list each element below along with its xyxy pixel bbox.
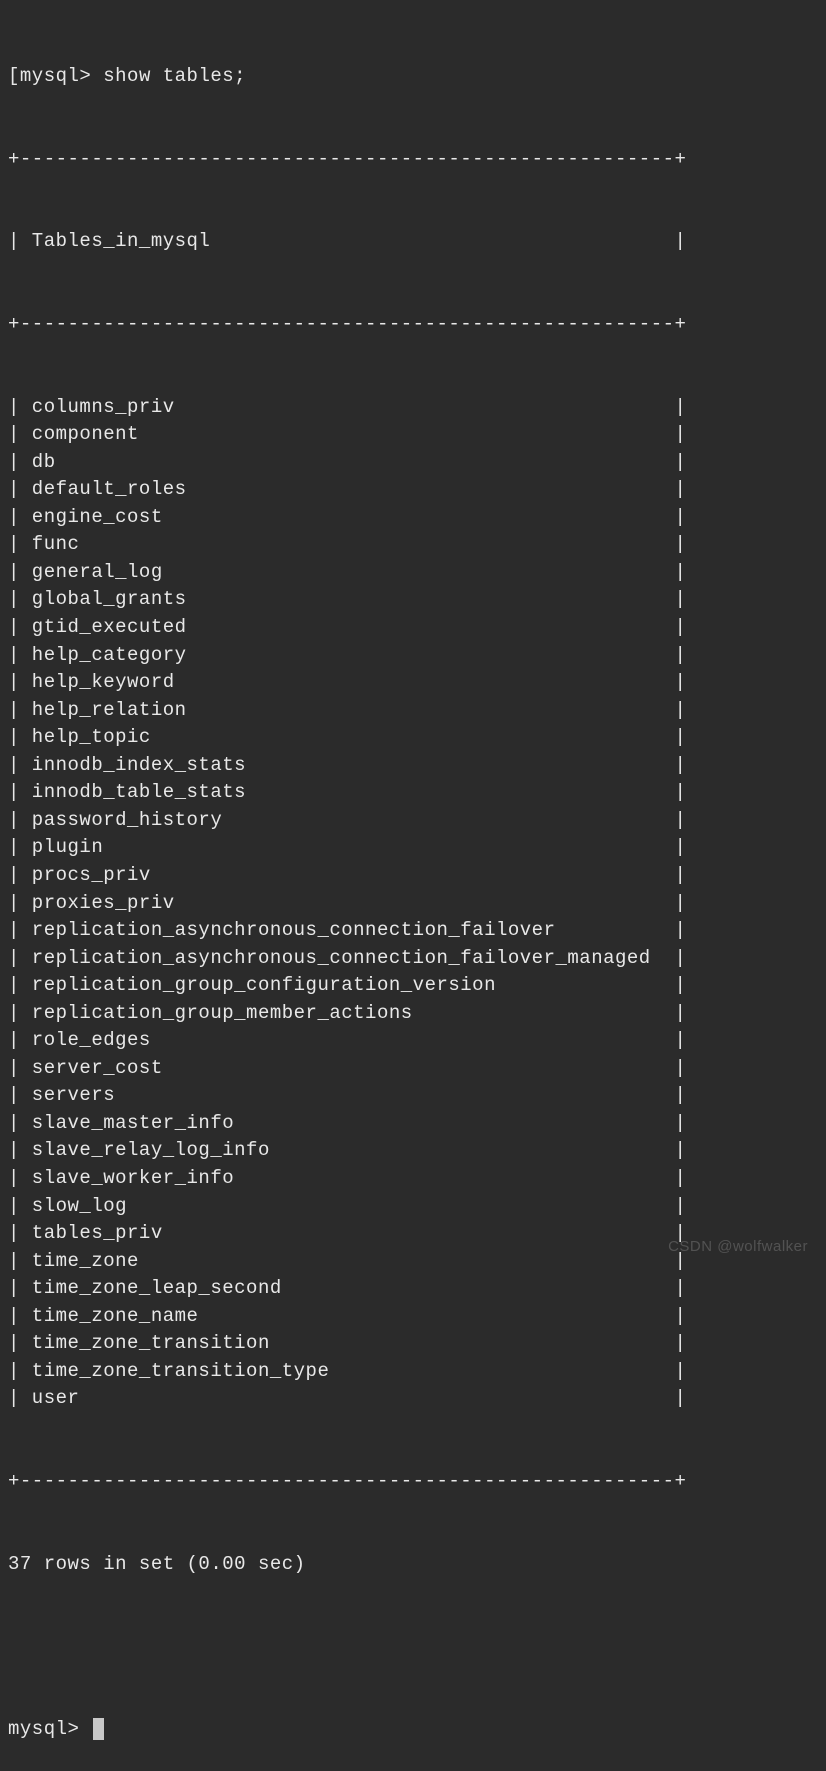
table-row: | help_category | bbox=[8, 642, 818, 670]
table-row: | slow_log | bbox=[8, 1193, 818, 1221]
table-rows: | columns_priv || component || db || def… bbox=[8, 394, 818, 1413]
next-prompt-line[interactable]: mysql> bbox=[8, 1716, 818, 1744]
table-row: | columns_priv | bbox=[8, 394, 818, 422]
table-row: | func | bbox=[8, 531, 818, 559]
command-line: [mysql> show tables; bbox=[8, 63, 818, 91]
table-row: | procs_priv | bbox=[8, 862, 818, 890]
prompt: mysql> bbox=[20, 65, 91, 87]
table-row: | time_zone_name | bbox=[8, 1303, 818, 1331]
table-row: | innodb_index_stats | bbox=[8, 752, 818, 780]
table-row: | user | bbox=[8, 1385, 818, 1413]
row-count-line: 37 rows in set (0.00 sec) bbox=[8, 1551, 818, 1579]
table-row: | help_topic | bbox=[8, 724, 818, 752]
table-row: | default_roles | bbox=[8, 476, 818, 504]
table-row: | component | bbox=[8, 421, 818, 449]
table-row: | replication_asynchronous_connection_fa… bbox=[8, 945, 818, 973]
table-row: | proxies_priv | bbox=[8, 890, 818, 918]
table-row: | global_grants | bbox=[8, 586, 818, 614]
watermark-text: CSDN @wolfwalker bbox=[668, 1236, 808, 1258]
command-text[interactable]: show tables; bbox=[103, 65, 246, 87]
table-row: | slave_worker_info | bbox=[8, 1165, 818, 1193]
table-row: | server_cost | bbox=[8, 1055, 818, 1083]
table-row: | slave_relay_log_info | bbox=[8, 1137, 818, 1165]
table-row: | gtid_executed | bbox=[8, 614, 818, 642]
terminal-output: [mysql> show tables; +------------------… bbox=[8, 8, 818, 1771]
prompt: mysql> bbox=[8, 1718, 79, 1740]
table-row: | help_keyword | bbox=[8, 669, 818, 697]
table-row: | engine_cost | bbox=[8, 504, 818, 532]
table-row: | slave_master_info | bbox=[8, 1110, 818, 1138]
table-row: | replication_group_configuration_versio… bbox=[8, 972, 818, 1000]
prompt-open-bracket: [ bbox=[8, 65, 20, 87]
blank-line bbox=[8, 1633, 818, 1661]
table-border-bottom: +---------------------------------------… bbox=[8, 1468, 818, 1496]
table-border-top: +---------------------------------------… bbox=[8, 146, 818, 174]
table-row: | time_zone_transition_type | bbox=[8, 1358, 818, 1386]
table-header-row: | Tables_in_mysql | bbox=[8, 228, 818, 256]
table-row: | innodb_table_stats | bbox=[8, 779, 818, 807]
table-row: | replication_asynchronous_connection_fa… bbox=[8, 917, 818, 945]
table-row: | plugin | bbox=[8, 834, 818, 862]
table-row: | db | bbox=[8, 449, 818, 477]
table-row: | general_log | bbox=[8, 559, 818, 587]
table-row: | role_edges | bbox=[8, 1027, 818, 1055]
table-row: | servers | bbox=[8, 1082, 818, 1110]
table-row: | time_zone_leap_second | bbox=[8, 1275, 818, 1303]
cursor-icon bbox=[93, 1718, 104, 1740]
table-row: | replication_group_member_actions | bbox=[8, 1000, 818, 1028]
table-row: | time_zone_transition | bbox=[8, 1330, 818, 1358]
table-border-mid: +---------------------------------------… bbox=[8, 311, 818, 339]
table-row: | help_relation | bbox=[8, 697, 818, 725]
table-row: | password_history | bbox=[8, 807, 818, 835]
